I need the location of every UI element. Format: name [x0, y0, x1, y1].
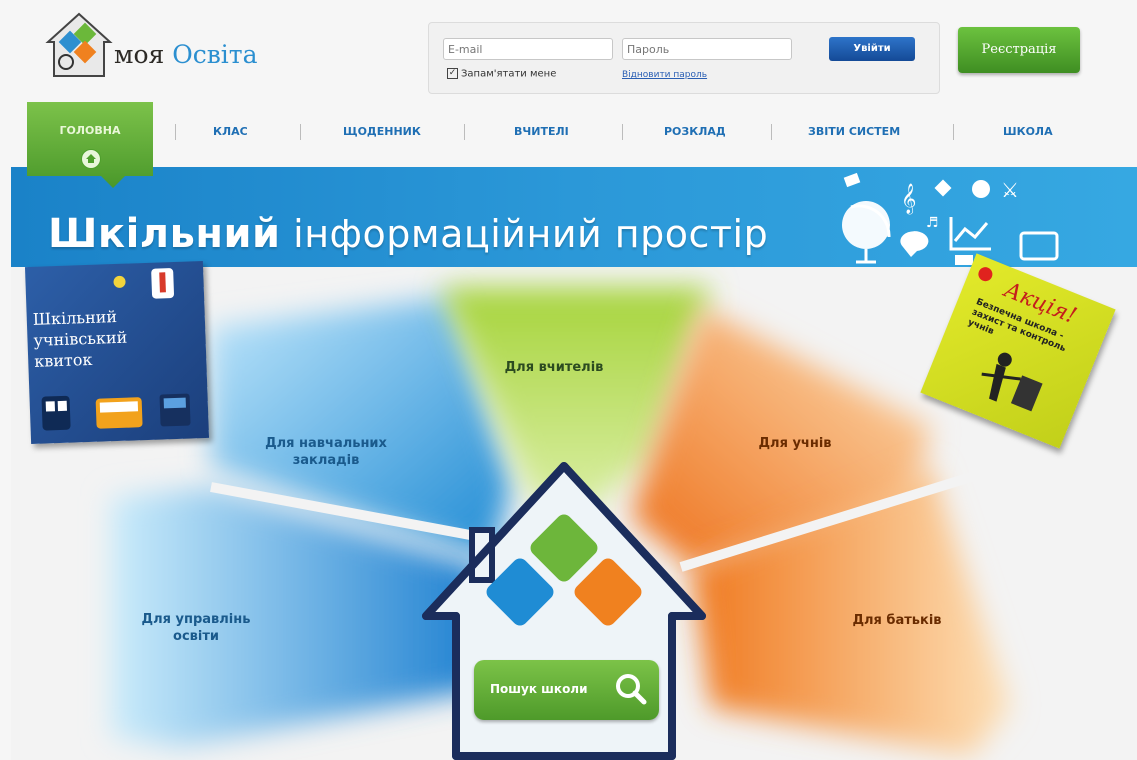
nav-divider: [464, 124, 465, 140]
home-tab-shape: [27, 102, 153, 188]
ticket-text: Шкільний учнівський квиток: [32, 306, 128, 371]
login-button[interactable]: Увійти: [829, 37, 915, 61]
school-search-button[interactable]: Пошук школи: [474, 660, 659, 720]
page: моя Освіта E-mail Пароль ✓ Запам'ятати ме…: [0, 0, 1137, 760]
transport-icons-icon: [41, 393, 191, 431]
nav-item-reports[interactable]: ЗВІТИ СИСТЕМ: [808, 125, 900, 138]
main-nav: КЛАС ЩОДЕННИК ВЧИТЕЛІ РОЗКЛАД ЗВІТИ СИСТ…: [0, 112, 1137, 152]
site-logo[interactable]: моя Освіта: [44, 12, 274, 87]
password-field[interactable]: Пароль: [622, 38, 792, 60]
nav-item-school[interactable]: ШКОЛА: [1003, 125, 1053, 138]
banner-title: Шкільний інформаційний простір: [48, 211, 769, 257]
nav-divider: [175, 124, 176, 140]
logo-text: моя Освіта: [114, 40, 258, 69]
nav-item-home[interactable]: ГОЛОВНА: [27, 102, 153, 188]
nav-home-label: ГОЛОВНА: [59, 124, 121, 137]
nav-item-diary[interactable]: ЩОДЕННИК: [343, 125, 421, 138]
nav-divider: [953, 124, 954, 140]
section-institutions[interactable]: Для навчальних закладів: [241, 435, 411, 469]
search-icon: [616, 674, 647, 705]
remember-me-checkbox[interactable]: ✓ Запам'ятати мене: [447, 68, 556, 80]
register-button[interactable]: Реєстрація: [958, 27, 1080, 73]
svg-text:♬: ♬: [926, 215, 939, 231]
nav-item-teachers[interactable]: ВЧИТЕЛІ: [514, 125, 569, 138]
nav-divider: [771, 124, 772, 140]
school-search-label: Пошук школи: [490, 682, 588, 696]
svg-text:𝄞: 𝄞: [901, 183, 916, 215]
nav-divider: [300, 124, 301, 140]
remember-me-label: Запам'ятати мене: [461, 68, 557, 80]
nav-divider: [622, 124, 623, 140]
home-icon: [81, 149, 101, 169]
student-ticket-promo[interactable]: Шкільний учнівський квиток: [24, 260, 210, 445]
section-education-departments[interactable]: Для управлінь освіти: [121, 611, 271, 645]
nav-item-schedule[interactable]: РОЗКЛАД: [664, 125, 726, 138]
nav-item-class[interactable]: КЛАС: [213, 125, 248, 138]
login-form: E-mail Пароль ✓ Запам'ятати мене Відновит…: [428, 22, 940, 94]
svg-text:⚔: ⚔: [1001, 178, 1019, 202]
section-teachers[interactable]: Для вчителів: [489, 359, 619, 376]
logo-house-icon: [45, 12, 113, 77]
forgot-password-link[interactable]: Відновити пароль: [622, 70, 707, 80]
checkbox-check-icon: ✓: [447, 68, 458, 79]
section-students[interactable]: Для учнів: [745, 435, 845, 452]
education-icons-icon: 𝄞 ⚔ ♬: [842, 172, 1059, 265]
email-field[interactable]: E-mail: [443, 38, 613, 60]
section-parents[interactable]: Для батьків: [837, 612, 957, 629]
